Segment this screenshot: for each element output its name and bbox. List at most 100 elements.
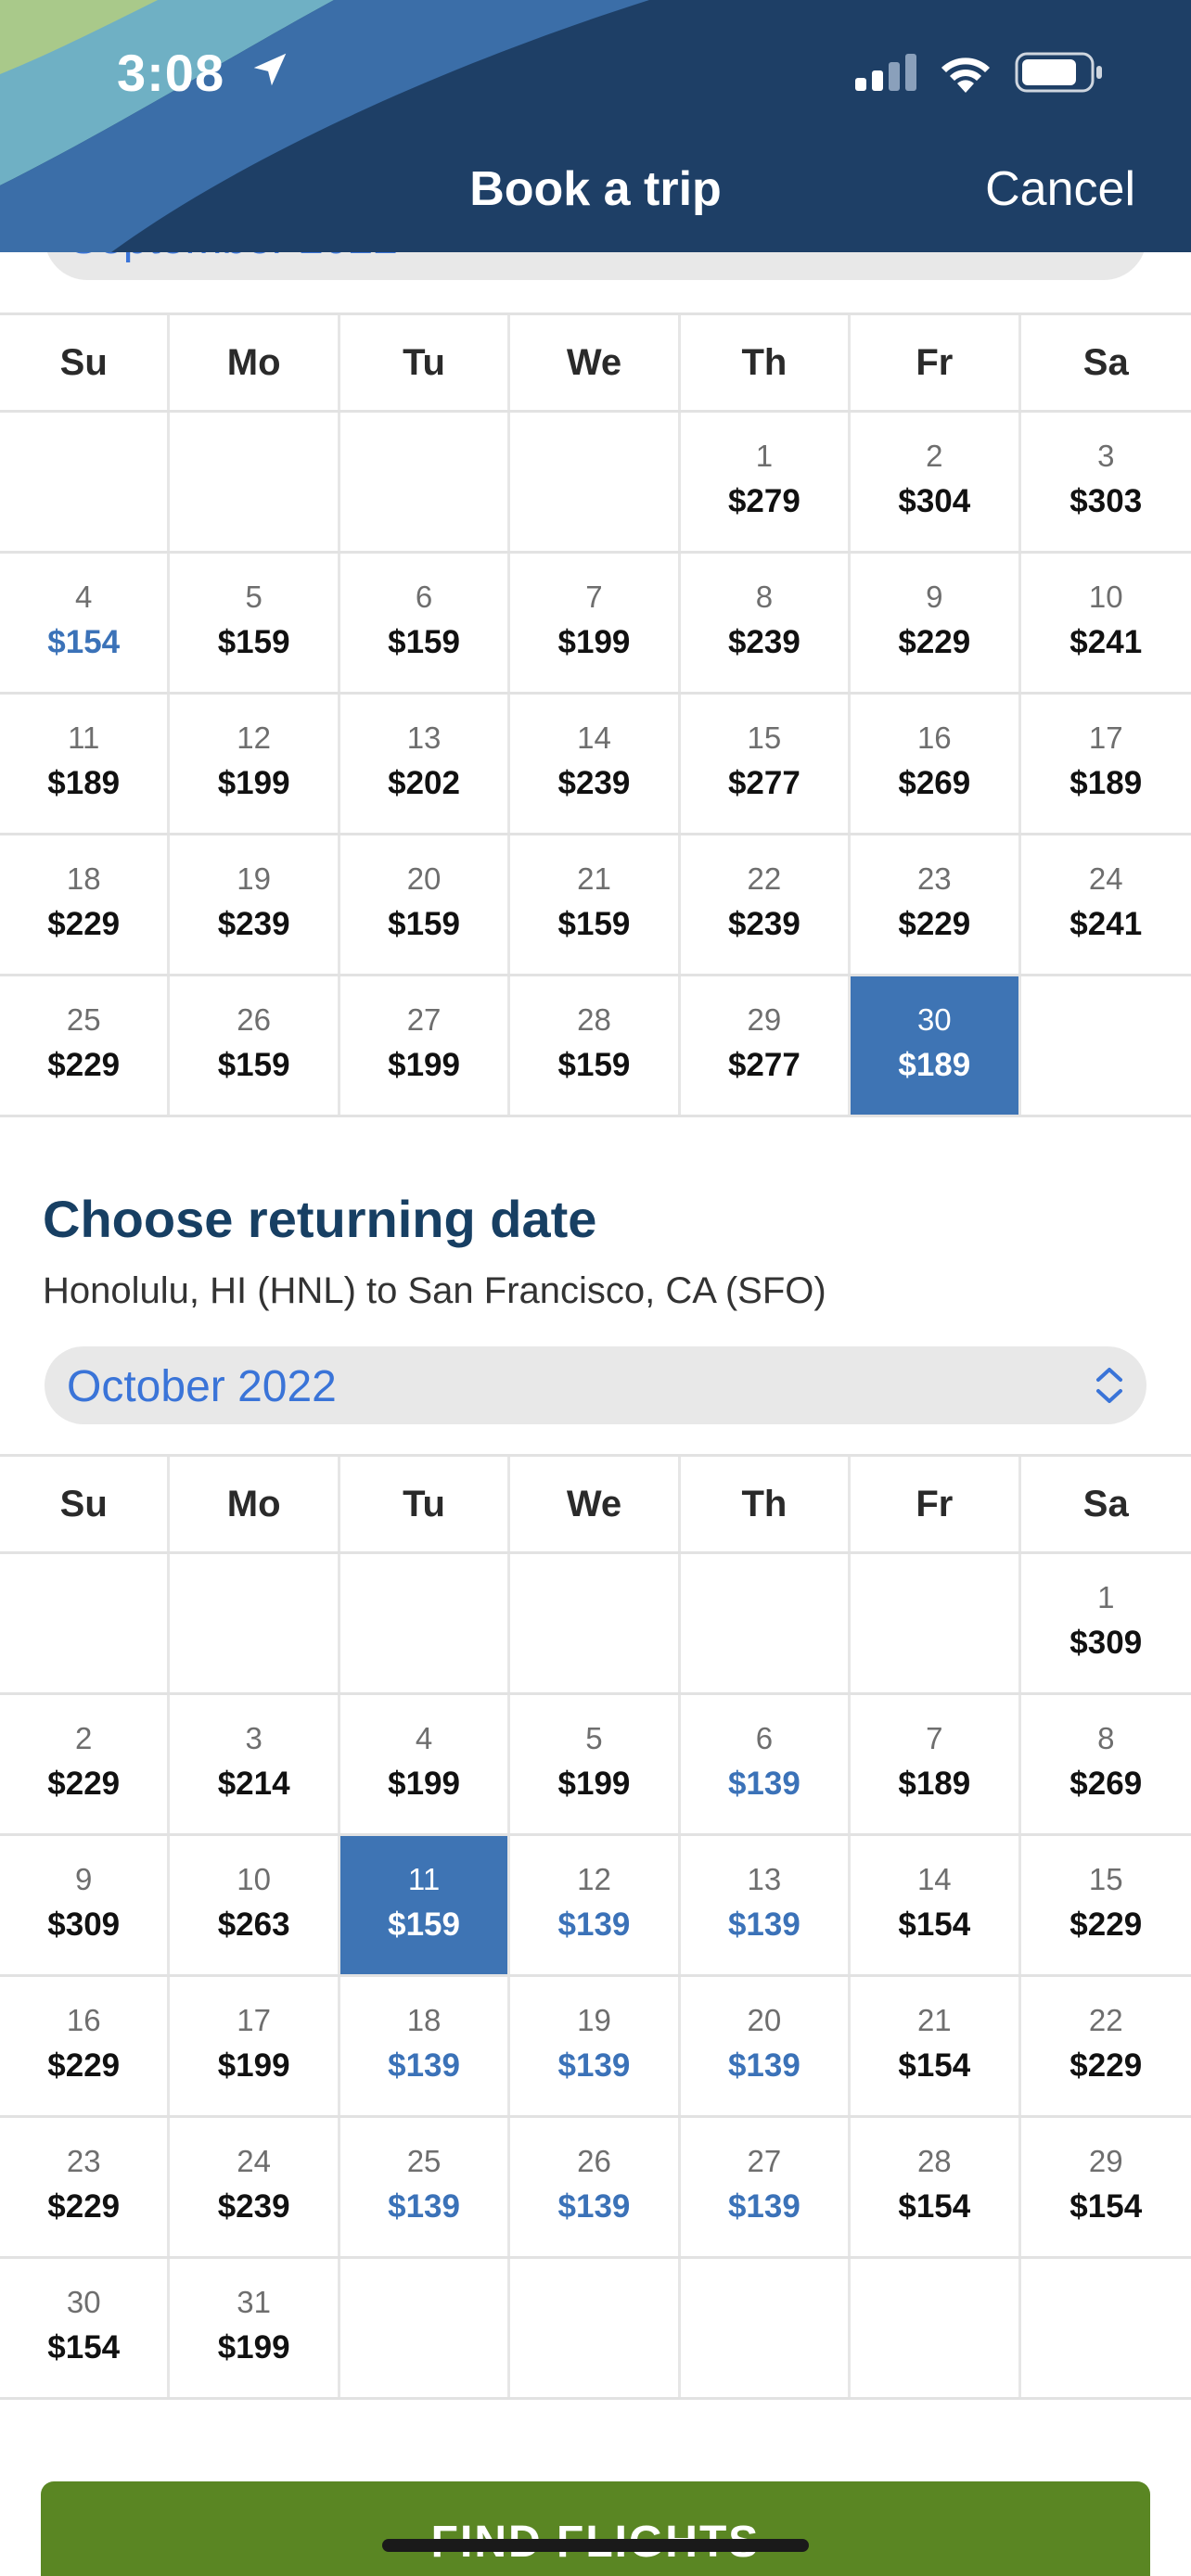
calendar-day[interactable]: 7 $199: [510, 554, 681, 692]
day-price: $189: [1069, 765, 1143, 801]
day-number: 20: [747, 2003, 782, 2037]
calendar-empty-cell: [1021, 2259, 1191, 2397]
calendar-day[interactable]: 31 $199: [170, 2259, 340, 2397]
calendar-day[interactable]: 5 $199: [510, 1695, 681, 1833]
calendar-day[interactable]: 27 $199: [340, 976, 511, 1115]
day-price: $154: [898, 1906, 971, 1943]
calendar-day[interactable]: 13 $139: [681, 1836, 852, 1974]
calendar-day[interactable]: 8 $239: [681, 554, 852, 692]
day-number: 18: [406, 2003, 442, 2037]
calendar-day[interactable]: 6 $159: [340, 554, 511, 692]
day-price: $159: [388, 624, 460, 660]
calendar-day[interactable]: 16 $229: [0, 1977, 171, 2115]
calendar-day[interactable]: 14 $239: [510, 695, 681, 833]
calendar-day[interactable]: 18 $229: [0, 835, 171, 974]
day-price: $229: [47, 2047, 121, 2084]
calendar-day[interactable]: 26 $159: [170, 976, 340, 1115]
calendar-day[interactable]: 19 $139: [510, 1977, 681, 2115]
calendar-day[interactable]: 24 $241: [1021, 835, 1191, 974]
day-number: 12: [237, 721, 271, 755]
calendar-week-row: 11 $189 12 $199 13 $202 14 $239 15 $277 16 $269 17 $1…: [0, 695, 1191, 835]
day-number: 16: [916, 721, 952, 755]
calendar-day[interactable]: 20 $159: [340, 835, 511, 974]
day-number: 2: [926, 439, 943, 473]
calendar-day[interactable]: 7 $189: [851, 1695, 1021, 1833]
calendar-day[interactable]: 4 $154: [0, 554, 171, 692]
calendar-day[interactable]: 8 $269: [1021, 1695, 1191, 1833]
weekday-label: Sa: [1082, 1484, 1129, 1524]
calendar-day[interactable]: 23 $229: [0, 2118, 171, 2256]
calendar-day[interactable]: 11 $189: [0, 695, 171, 833]
day-price: $159: [217, 624, 290, 660]
calendar-day[interactable]: 29 $154: [1021, 2118, 1191, 2256]
calendar-day[interactable]: 16 $269: [851, 695, 1021, 833]
day-price: $229: [47, 906, 121, 942]
calendar-day[interactable]: 1 $279: [681, 413, 852, 551]
return-month-select[interactable]: October 2022: [45, 1346, 1146, 1424]
calendar-day[interactable]: 13 $202: [340, 695, 511, 833]
calendar-day[interactable]: 26 $139: [510, 2118, 681, 2256]
calendar-day[interactable]: 17 $189: [1021, 695, 1191, 833]
calendar-day[interactable]: 25 $139: [340, 2118, 511, 2256]
calendar-day[interactable]: 29 $277: [681, 976, 852, 1115]
calendar-week-row: 9 $309 10 $263 11 $159 12 $139 13 $139 14 $154 15 $22…: [0, 1836, 1191, 1977]
calendar-day[interactable]: 3 $303: [1021, 413, 1191, 551]
weekday-header: Su Mo Tu We Th Fr Sa: [0, 312, 1191, 413]
calendar-day[interactable]: 27 $139: [681, 2118, 852, 2256]
find-flights-button[interactable]: FIND FLIGHTS: [41, 2481, 1150, 2576]
calendar-day[interactable]: 1 $309: [1021, 1554, 1191, 1692]
calendar-day[interactable]: 23 $229: [851, 835, 1021, 974]
calendar-day[interactable]: 18 $139: [340, 1977, 511, 2115]
calendar-day-selected[interactable]: 11 $159: [339, 1836, 511, 1974]
weekday-label: Sa: [1082, 342, 1129, 383]
day-number: 13: [747, 1862, 782, 1896]
day-price: $199: [217, 765, 290, 801]
calendar-day[interactable]: 20 $139: [681, 1977, 852, 2115]
calendar-day[interactable]: 22 $239: [681, 835, 852, 974]
day-number: 8: [1097, 1721, 1115, 1755]
calendar-day[interactable]: 21 $159: [510, 835, 681, 974]
day-price: $159: [217, 1047, 290, 1083]
day-number: 21: [916, 2003, 952, 2037]
calendar-day[interactable]: 10 $241: [1021, 554, 1191, 692]
day-number: 17: [1088, 721, 1123, 755]
calendar-day[interactable]: 9 $309: [0, 1836, 171, 1974]
calendar-day[interactable]: 12 $199: [170, 695, 340, 833]
calendar-empty-cell: [1021, 976, 1191, 1115]
calendar-empty-cell: [510, 413, 681, 551]
calendar-day[interactable]: 6 $139: [681, 1695, 852, 1833]
calendar-day[interactable]: 25 $229: [0, 976, 171, 1115]
calendar-day[interactable]: 3 $214: [170, 1695, 340, 1833]
calendar-day[interactable]: 5 $159: [170, 554, 340, 692]
calendar-day-selected[interactable]: 30 $189: [851, 976, 1021, 1115]
day-number: 2: [75, 1721, 93, 1755]
calendar-day[interactable]: 19 $239: [170, 835, 340, 974]
calendar-day[interactable]: 12 $139: [510, 1836, 681, 1974]
calendar-day[interactable]: 17 $199: [170, 1977, 340, 2115]
calendar-day[interactable]: 15 $229: [1021, 1836, 1191, 1974]
day-price: $154: [47, 2329, 121, 2366]
calendar-day[interactable]: 21 $154: [851, 1977, 1021, 2115]
calendar-day[interactable]: 14 $154: [851, 1836, 1021, 1974]
calendar-day[interactable]: 22 $229: [1021, 1977, 1191, 2115]
calendar-day[interactable]: 28 $159: [510, 976, 681, 1115]
calendar-day[interactable]: 2 $229: [0, 1695, 171, 1833]
calendar-week-row: 30 $154 31 $199: [0, 2259, 1191, 2400]
calendar-day[interactable]: 2 $304: [851, 413, 1021, 551]
weekday-label: Tu: [340, 315, 511, 410]
calendar-day[interactable]: 10 $263: [170, 1836, 340, 1974]
calendar-day[interactable]: 24 $239: [170, 2118, 340, 2256]
calendar-empty-cell: [170, 1554, 340, 1692]
cancel-button[interactable]: Cancel: [985, 161, 1135, 217]
day-number: 6: [415, 580, 433, 614]
day-price: $139: [727, 2047, 800, 2084]
day-number: 28: [577, 1002, 611, 1037]
day-price: $304: [898, 483, 971, 519]
day-price: $229: [47, 2188, 121, 2225]
calendar-day[interactable]: 15 $277: [681, 695, 852, 833]
day-price: $263: [217, 1906, 290, 1943]
calendar-day[interactable]: 4 $199: [340, 1695, 511, 1833]
calendar-day[interactable]: 30 $154: [0, 2259, 171, 2397]
calendar-day[interactable]: 28 $154: [851, 2118, 1021, 2256]
calendar-day[interactable]: 9 $229: [851, 554, 1021, 692]
